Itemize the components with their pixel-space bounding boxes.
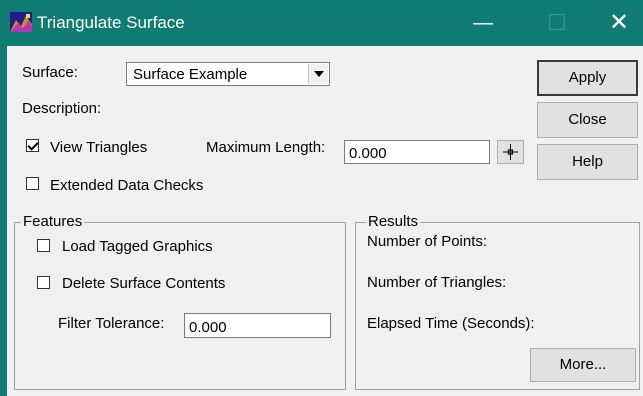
app-icon xyxy=(10,12,32,32)
chevron-down-icon[interactable] xyxy=(308,64,328,84)
view-triangles-label: View Triangles xyxy=(50,139,148,156)
load-tagged-graphics-checkbox[interactable] xyxy=(37,239,50,252)
extended-data-checks-checkbox[interactable] xyxy=(26,177,39,190)
load-tagged-graphics-label: Load Tagged Graphics xyxy=(62,238,213,255)
minimize-button[interactable]: — xyxy=(460,0,506,46)
close-window-button[interactable]: ✕ xyxy=(596,0,642,46)
window-border xyxy=(0,46,7,396)
apply-button[interactable]: Apply xyxy=(537,60,638,96)
number-of-triangles-label: Number of Triangles: xyxy=(367,274,507,291)
window-title: Triangulate Surface xyxy=(37,13,185,32)
surface-selected-value: Surface Example xyxy=(133,66,248,83)
surface-label: Surface: xyxy=(22,64,78,81)
crosshair-icon xyxy=(503,144,518,160)
delete-surface-contents-checkbox[interactable] xyxy=(37,276,50,289)
help-button[interactable]: Help xyxy=(537,144,638,180)
features-group-title: Features xyxy=(21,213,85,230)
filter-tolerance-label: Filter Tolerance: xyxy=(58,315,165,332)
extended-data-checks-label: Extended Data Checks xyxy=(50,177,204,194)
elapsed-time-label: Elapsed Time (Seconds): xyxy=(367,315,535,332)
results-group-title: Results xyxy=(366,213,421,230)
delete-surface-contents-label: Delete Surface Contents xyxy=(62,275,226,292)
surface-dropdown[interactable]: Surface Example xyxy=(126,62,330,86)
triangulate-surface-dialog: Triangulate Surface — ☐ ✕ Surface: Surfa… xyxy=(0,0,643,396)
title-bar[interactable]: Triangulate Surface — ☐ ✕ xyxy=(0,0,643,46)
number-of-points-label: Number of Points: xyxy=(367,233,488,250)
close-button[interactable]: Close xyxy=(537,102,638,138)
maximum-length-input[interactable] xyxy=(344,140,490,164)
maximize-button[interactable]: ☐ xyxy=(534,0,580,46)
more-button[interactable]: More... xyxy=(530,348,636,382)
maximum-length-label: Maximum Length: xyxy=(206,139,326,156)
description-label: Description: xyxy=(22,100,102,117)
pick-length-button[interactable] xyxy=(497,140,524,164)
view-triangles-checkbox[interactable] xyxy=(26,139,39,152)
filter-tolerance-input[interactable] xyxy=(184,313,331,338)
